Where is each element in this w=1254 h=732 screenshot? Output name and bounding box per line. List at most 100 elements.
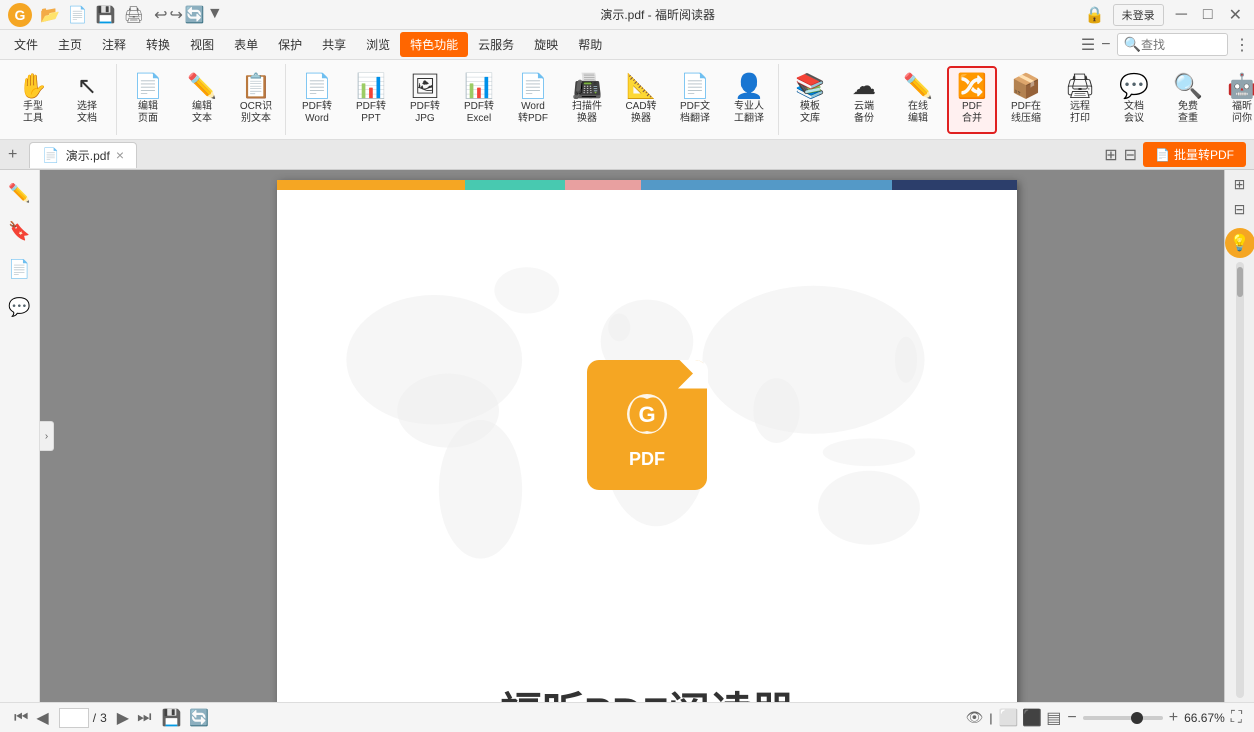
- menu-convert[interactable]: 转换: [136, 32, 180, 57]
- edit-text-label: 编辑文本: [192, 101, 212, 125]
- print-icon2[interactable]: 🖨: [122, 3, 146, 27]
- tab-demo-pdf[interactable]: 📄 演示.pdf ×: [29, 142, 137, 168]
- cloud-backup-button[interactable]: ☁ 云端备份: [839, 66, 889, 134]
- refresh-icon[interactable]: 🔄: [185, 5, 205, 25]
- sidebar-bookmark-icon[interactable]: 🔖: [5, 216, 35, 246]
- pdf-to-jpg-button[interactable]: 🖼 PDF转JPG: [400, 66, 450, 134]
- redo-icon[interactable]: ↪: [169, 5, 182, 25]
- sidebar-comment-icon[interactable]: 💬: [5, 292, 35, 322]
- last-page-button[interactable]: ⏭: [135, 709, 153, 727]
- edit-page-button[interactable]: 📄 编辑页面: [123, 66, 173, 134]
- pdf-compress-button[interactable]: 📦 PDF在线压缩: [1001, 66, 1051, 134]
- remote-print-label: 远程打印: [1070, 101, 1090, 125]
- free-check-button[interactable]: 🔍 免费查重: [1163, 66, 1213, 134]
- content-area: ›: [40, 170, 1254, 702]
- menu-view[interactable]: 视图: [180, 32, 224, 57]
- batch-convert-button[interactable]: 📄 批量转PDF: [1143, 142, 1246, 167]
- save-page-icon[interactable]: 💾: [161, 708, 181, 728]
- view-mode-icons: ⬜ ⬛ ▤: [998, 708, 1061, 728]
- ocr-button[interactable]: 📋 OCR识别文本: [231, 66, 281, 134]
- new-file-icon[interactable]: 📄: [66, 3, 90, 27]
- word-to-pdf-button[interactable]: 📄 Word转PDF: [508, 66, 558, 134]
- rotate-icon[interactable]: 🔄: [189, 708, 209, 728]
- first-page-button[interactable]: ⏮: [12, 709, 30, 727]
- zoom-out-btn[interactable]: −: [1067, 709, 1076, 727]
- select-tool-button[interactable]: ↖ 选择文档: [62, 66, 112, 134]
- menu-share[interactable]: 共享: [312, 32, 356, 57]
- maximize-button[interactable]: □: [1199, 6, 1217, 24]
- bar-seg-dark: [892, 180, 1017, 190]
- online-edit-button[interactable]: ✏️ 在线编辑: [893, 66, 943, 134]
- scroll-bar[interactable]: [1236, 262, 1244, 698]
- next-page-button[interactable]: ▶: [115, 708, 131, 728]
- double-page-icon[interactable]: ⬛: [1022, 708, 1042, 728]
- new-tab-icon[interactable]: +: [8, 146, 17, 164]
- menu-movie[interactable]: 旋映: [524, 32, 568, 57]
- scan-button[interactable]: 📠 扫描件换器: [562, 66, 612, 134]
- doc-meeting-button[interactable]: 💬 文档会议: [1109, 66, 1159, 134]
- word-to-pdf-label: Word转PDF: [518, 101, 548, 125]
- undo-icon[interactable]: ↩: [154, 5, 167, 25]
- collapse-arrow[interactable]: ›: [40, 421, 54, 451]
- search-input[interactable]: [1141, 38, 1221, 52]
- menu-cloud[interactable]: 云服务: [468, 32, 524, 57]
- pdf-to-ppt-button[interactable]: 📊 PDF转PPT: [346, 66, 396, 134]
- menu-protect[interactable]: 保护: [268, 32, 312, 57]
- pdf-to-excel-button[interactable]: 📊 PDF转Excel: [454, 66, 504, 134]
- scan-label: 扫描件换器: [572, 101, 602, 125]
- zoom-in-btn[interactable]: +: [1169, 709, 1178, 727]
- pdf-merge-button[interactable]: 🔀 PDF合并: [947, 66, 997, 134]
- open-file-icon[interactable]: 📂: [38, 3, 62, 27]
- tab-close-button[interactable]: ×: [116, 147, 124, 163]
- eye-icon[interactable]: 👁: [966, 709, 984, 726]
- template-label: 模板文库: [800, 101, 820, 125]
- page-input[interactable]: 1: [59, 708, 89, 728]
- menu-help[interactable]: 帮助: [568, 32, 612, 57]
- settings-icon[interactable]: ☰: [1081, 35, 1095, 55]
- menu-form[interactable]: 表单: [224, 32, 268, 57]
- grid-view-icon[interactable]: ⊞: [1104, 145, 1117, 165]
- ai-ask-button[interactable]: 🤖 福昕问你: [1217, 66, 1254, 134]
- pro-translate-button[interactable]: 👤 专业人工翻译: [724, 66, 774, 134]
- template-lib-button[interactable]: 📚 模板文库: [785, 66, 835, 134]
- hint-button[interactable]: 💡: [1225, 228, 1254, 258]
- close-button[interactable]: ✕: [1225, 5, 1246, 25]
- edit-text-button[interactable]: ✏️ 编辑文本: [177, 66, 227, 134]
- zoom-slider[interactable]: [1083, 716, 1163, 720]
- pdf-to-jpg-icon: 🖼: [410, 75, 440, 99]
- menu-features[interactable]: 特色功能: [400, 32, 468, 57]
- dropdown-icon[interactable]: ▼: [207, 5, 223, 25]
- panel-grid-icon[interactable]: ⊞: [1232, 174, 1248, 195]
- minimize-button[interactable]: ─: [1172, 6, 1191, 24]
- login-button[interactable]: 未登录: [1113, 4, 1164, 26]
- menu-annotate[interactable]: 注释: [92, 32, 136, 57]
- left-sidebar: ✏️ 🔖 📄 💬: [0, 170, 40, 702]
- doc-meeting-icon: 💬: [1119, 75, 1149, 99]
- remote-print-button[interactable]: 🖨 远程打印: [1055, 66, 1105, 134]
- search-icon: 🔍: [1124, 36, 1141, 53]
- more-menu-icon[interactable]: ⋮: [1234, 35, 1250, 55]
- single-page-icon[interactable]: ⬜: [998, 708, 1018, 728]
- tool-group-convert: 📄 PDF转Word 📊 PDF转PPT 🖼 PDF转JPG 📊 PDF转Exc…: [288, 64, 779, 135]
- free-check-label: 免费查重: [1178, 101, 1198, 125]
- menu-browse[interactable]: 浏览: [356, 32, 400, 57]
- cad-button[interactable]: 📐 CAD转换器: [616, 66, 666, 134]
- hand-tool-button[interactable]: ✋ 手型工具: [8, 66, 58, 134]
- menu-file[interactable]: 文件: [4, 32, 48, 57]
- prev-page-button[interactable]: ◀: [34, 708, 50, 728]
- search-box: 🔍: [1117, 33, 1228, 56]
- sidebar-pen-icon[interactable]: ✏️: [5, 178, 35, 208]
- scroll-page-icon[interactable]: ▤: [1046, 708, 1061, 728]
- panel-copy-icon[interactable]: ⊟: [1232, 199, 1248, 220]
- fullscreen-button[interactable]: ⛶: [1231, 709, 1242, 727]
- pdf-to-word-button[interactable]: 📄 PDF转Word: [292, 66, 342, 134]
- cloud-icon: ☁: [852, 75, 876, 99]
- save-icon[interactable]: 💾: [94, 3, 118, 27]
- pdf-translate-button[interactable]: 📄 PDF文档翻译: [670, 66, 720, 134]
- sidebar-page-icon[interactable]: 📄: [5, 254, 35, 284]
- view-icon2[interactable]: ⊟: [1124, 145, 1137, 165]
- settings-icon2[interactable]: −: [1101, 36, 1110, 54]
- pro-translate-label: 专业人工翻译: [734, 101, 764, 125]
- page-top-bar: [277, 180, 1017, 190]
- menu-home[interactable]: 主页: [48, 32, 92, 57]
